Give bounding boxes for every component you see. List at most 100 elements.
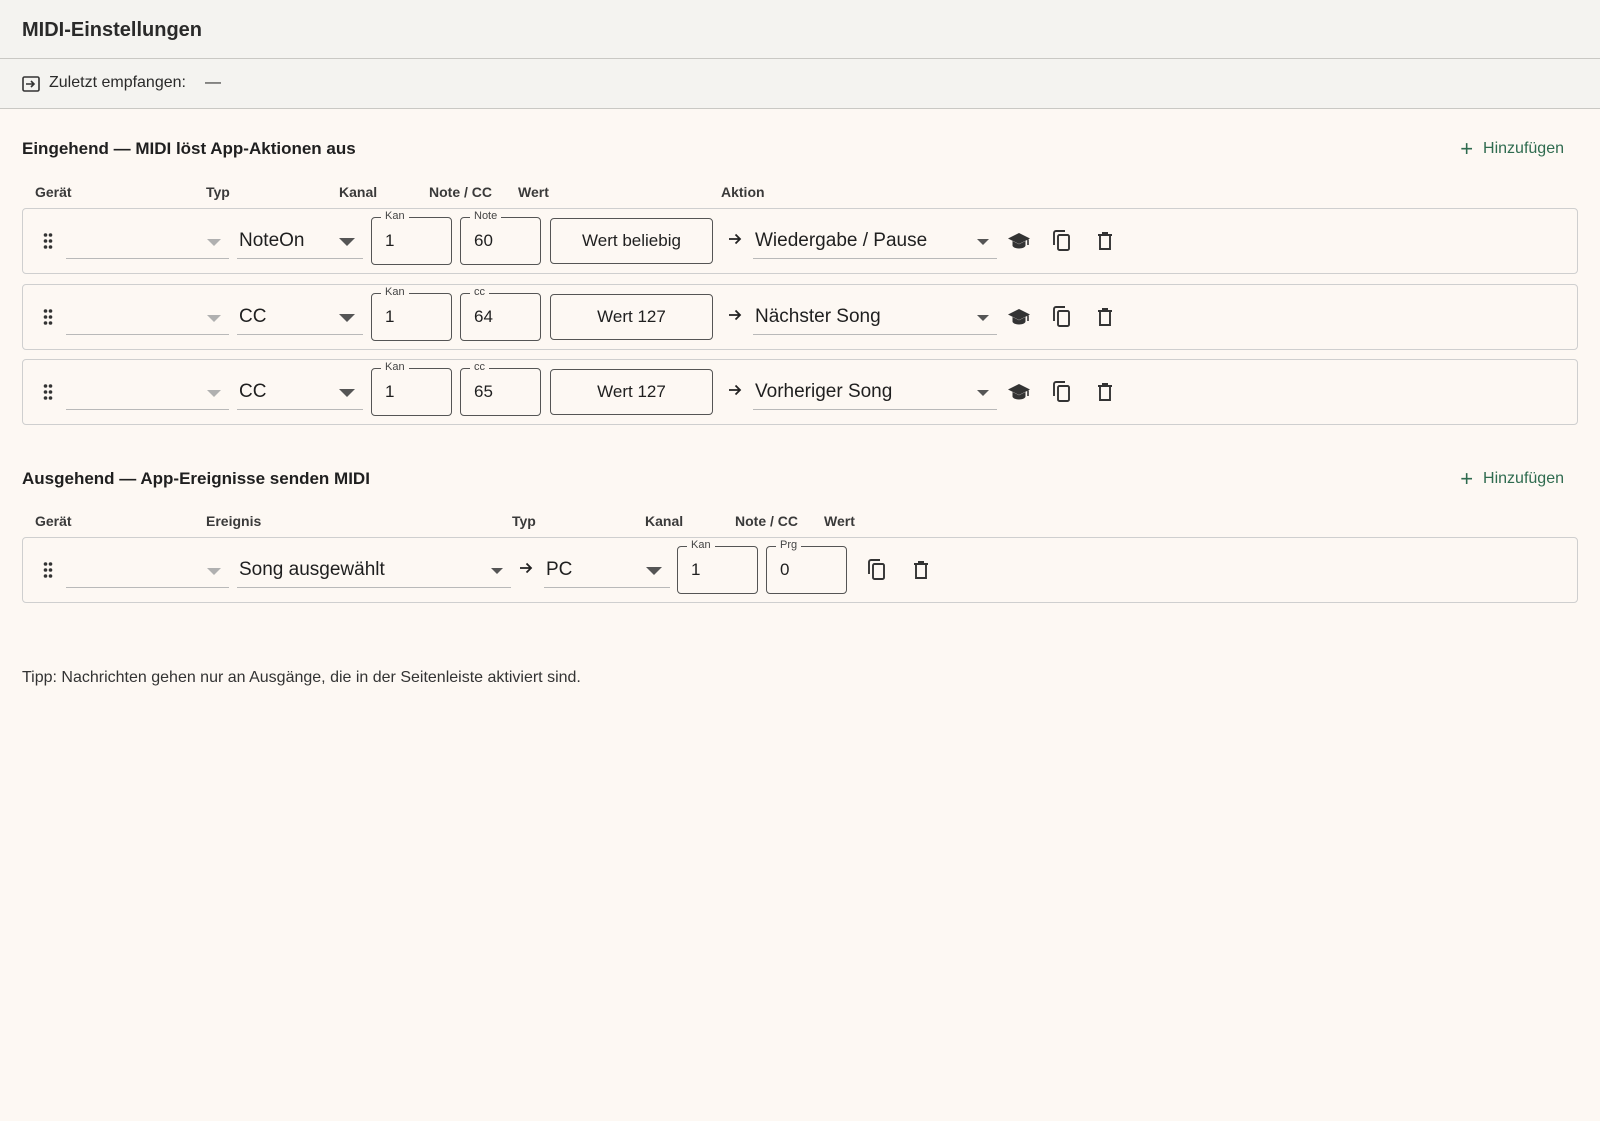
- value-button[interactable]: Wert 127: [550, 294, 713, 340]
- drag-handle-icon[interactable]: [43, 232, 53, 250]
- col-device: Gerät: [35, 513, 72, 529]
- channel-field-value: 1: [385, 307, 395, 326]
- learn-icon[interactable]: [1007, 305, 1031, 329]
- channel-field[interactable]: Kan 1: [371, 210, 452, 265]
- col-type: Typ: [512, 513, 536, 529]
- cc-field-value: 64: [474, 307, 493, 326]
- device-select[interactable]: [66, 376, 229, 410]
- incoming-row: CC Kan 1 cc 65 Wert 127 Vorheriger Song: [22, 359, 1578, 425]
- chevron-down-icon: [646, 567, 662, 575]
- learn-icon[interactable]: [1007, 229, 1031, 253]
- last-received-value: —: [205, 74, 221, 91]
- type-select-value: PC: [546, 559, 573, 580]
- type-select[interactable]: PC: [544, 554, 670, 588]
- channel-field-value: 1: [691, 560, 701, 579]
- delete-icon[interactable]: [1093, 305, 1117, 329]
- delete-icon[interactable]: [1093, 380, 1117, 404]
- device-select[interactable]: [66, 301, 229, 335]
- col-action: Aktion: [721, 184, 765, 200]
- note-field-label: Note: [470, 210, 502, 223]
- outgoing-section-title: Ausgehend — App-Ereignisse senden MIDI: [22, 469, 370, 488]
- cc-field-value: 65: [474, 382, 493, 401]
- learn-icon[interactable]: [1007, 380, 1031, 404]
- channel-field-value: 1: [385, 382, 395, 401]
- plus-icon: +: [1460, 136, 1474, 161]
- chevron-down-icon: [207, 239, 221, 246]
- device-select[interactable]: [66, 554, 229, 588]
- device-select[interactable]: [66, 225, 229, 259]
- incoming-add-button[interactable]: + Hinzufügen: [1460, 136, 1564, 161]
- chevron-down-icon: [207, 315, 221, 322]
- outgoing-add-label: Hinzufügen: [1483, 470, 1564, 487]
- outgoing-row: Song ausgewählt PC Kan 1 Prg 0: [22, 537, 1578, 603]
- delete-icon[interactable]: [1093, 229, 1117, 253]
- type-select[interactable]: CC: [237, 376, 363, 410]
- col-note-cc: Note / CC: [735, 513, 798, 529]
- incoming-row: NoteOn Kan 1 Note 60 Wert beliebig Wiede…: [22, 208, 1578, 274]
- action-select-value: Vorheriger Song: [755, 381, 893, 402]
- note-field-value: 60: [474, 231, 493, 250]
- event-select-value: Song ausgewählt: [239, 559, 385, 580]
- arrow-right-icon: [729, 384, 742, 396]
- chevron-down-icon: [339, 314, 355, 322]
- chevron-down-icon: [207, 568, 221, 575]
- channel-field[interactable]: Kan 1: [371, 361, 452, 416]
- col-type: Typ: [206, 184, 230, 200]
- tip-text: Tipp: Nachrichten gehen nur an Ausgänge,…: [22, 669, 581, 686]
- channel-field[interactable]: Kan 1: [371, 286, 452, 341]
- note-field[interactable]: Note 60: [460, 210, 541, 265]
- plus-icon: +: [1460, 466, 1474, 491]
- incoming-add-label: Hinzufügen: [1483, 140, 1564, 157]
- delete-icon[interactable]: [909, 558, 933, 582]
- chevron-down-icon: [491, 568, 503, 574]
- program-field-value: 0: [780, 560, 790, 579]
- value-button[interactable]: Wert beliebig: [550, 218, 713, 264]
- chevron-down-icon: [977, 239, 989, 245]
- action-select-value: Wiedergabe / Pause: [755, 230, 928, 251]
- action-select[interactable]: Nächster Song: [753, 301, 997, 335]
- col-note-cc: Note / CC: [429, 184, 492, 200]
- input-icon: [22, 76, 40, 92]
- chevron-down-icon: [207, 390, 221, 397]
- program-field[interactable]: Prg 0: [766, 539, 847, 594]
- last-received-label: Zuletzt empfangen:: [49, 74, 186, 91]
- arrow-right-icon: [729, 233, 742, 245]
- action-select[interactable]: Wiedergabe / Pause: [753, 225, 997, 259]
- type-select-value: CC: [239, 381, 267, 402]
- col-value: Wert: [824, 513, 855, 529]
- channel-field[interactable]: Kan 1: [677, 539, 758, 594]
- col-value: Wert: [518, 184, 549, 200]
- drag-handle-icon[interactable]: [43, 383, 53, 401]
- channel-field-label: Kan: [381, 286, 409, 299]
- outgoing-add-button[interactable]: + Hinzufügen: [1460, 466, 1564, 491]
- type-select-value: NoteOn: [239, 230, 305, 251]
- col-channel: Kanal: [645, 513, 684, 529]
- copy-icon[interactable]: [1050, 305, 1074, 329]
- drag-handle-icon[interactable]: [43, 308, 53, 326]
- incoming-section-title: Eingehend — MIDI löst App-Aktionen aus: [22, 139, 356, 158]
- action-select-value: Nächster Song: [755, 306, 881, 327]
- type-select[interactable]: NoteOn: [237, 225, 363, 259]
- program-field-label: Prg: [776, 539, 802, 552]
- event-select[interactable]: Song ausgewählt: [237, 554, 511, 588]
- action-select[interactable]: Vorheriger Song: [753, 376, 997, 410]
- arrow-right-icon: [520, 562, 533, 574]
- copy-icon[interactable]: [865, 558, 889, 582]
- drag-handle-icon[interactable]: [43, 561, 53, 579]
- copy-icon[interactable]: [1050, 380, 1074, 404]
- chevron-down-icon: [977, 315, 989, 321]
- col-device: Gerät: [35, 184, 72, 200]
- cc-field[interactable]: cc 64: [460, 286, 541, 341]
- title-bar: MIDI-Einstellungen: [0, 0, 1600, 59]
- copy-icon[interactable]: [1050, 229, 1074, 253]
- value-button[interactable]: Wert 127: [550, 369, 713, 415]
- channel-field-label: Kan: [381, 210, 409, 223]
- type-select[interactable]: CC: [237, 301, 363, 335]
- cc-field-label: cc: [470, 361, 489, 374]
- channel-field-label: Kan: [381, 361, 409, 374]
- col-event: Ereignis: [206, 513, 262, 529]
- channel-field-value: 1: [385, 231, 395, 250]
- chevron-down-icon: [977, 390, 989, 396]
- cc-field[interactable]: cc 65: [460, 361, 541, 416]
- page-title: MIDI-Einstellungen: [22, 19, 202, 41]
